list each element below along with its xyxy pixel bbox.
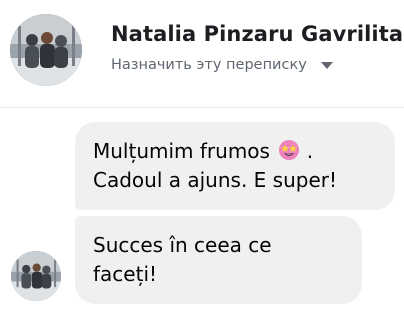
conversation-header: Natalia Pinzaru Gavrilita Назначить эту … (0, 0, 404, 108)
message-line: Cadoul a ajuns. E super! (93, 168, 337, 192)
chevron-down-icon (320, 62, 333, 69)
message-bubble[interactable]: Mulțumim frumos . Cadoul a ajuns. E supe… (75, 122, 395, 210)
sender-avatar[interactable] (11, 251, 61, 301)
contact-name[interactable]: Natalia Pinzaru Gavrilita (111, 22, 403, 46)
star-struck-emoji-icon (279, 140, 300, 160)
message-line: faceți! (93, 262, 158, 286)
conversation-view: Natalia Pinzaru Gavrilita Назначить эту … (0, 0, 404, 315)
assign-conversation-dropdown[interactable]: Назначить эту переписку (111, 57, 333, 73)
avatar-photo-icon (10, 14, 82, 86)
assign-conversation-label: Назначить эту переписку (111, 57, 307, 73)
message-line: Mulțumim frumos . (93, 137, 377, 166)
message-bubble[interactable]: Succes în ceea ce faceți! (75, 216, 362, 304)
message-line: Succes în ceea ce (93, 233, 272, 257)
avatar-photo-icon (11, 251, 61, 301)
contact-avatar[interactable] (10, 14, 82, 86)
message-text: Mulțumim frumos (93, 139, 270, 163)
message-text: . (306, 139, 314, 163)
header-divider (0, 107, 404, 108)
